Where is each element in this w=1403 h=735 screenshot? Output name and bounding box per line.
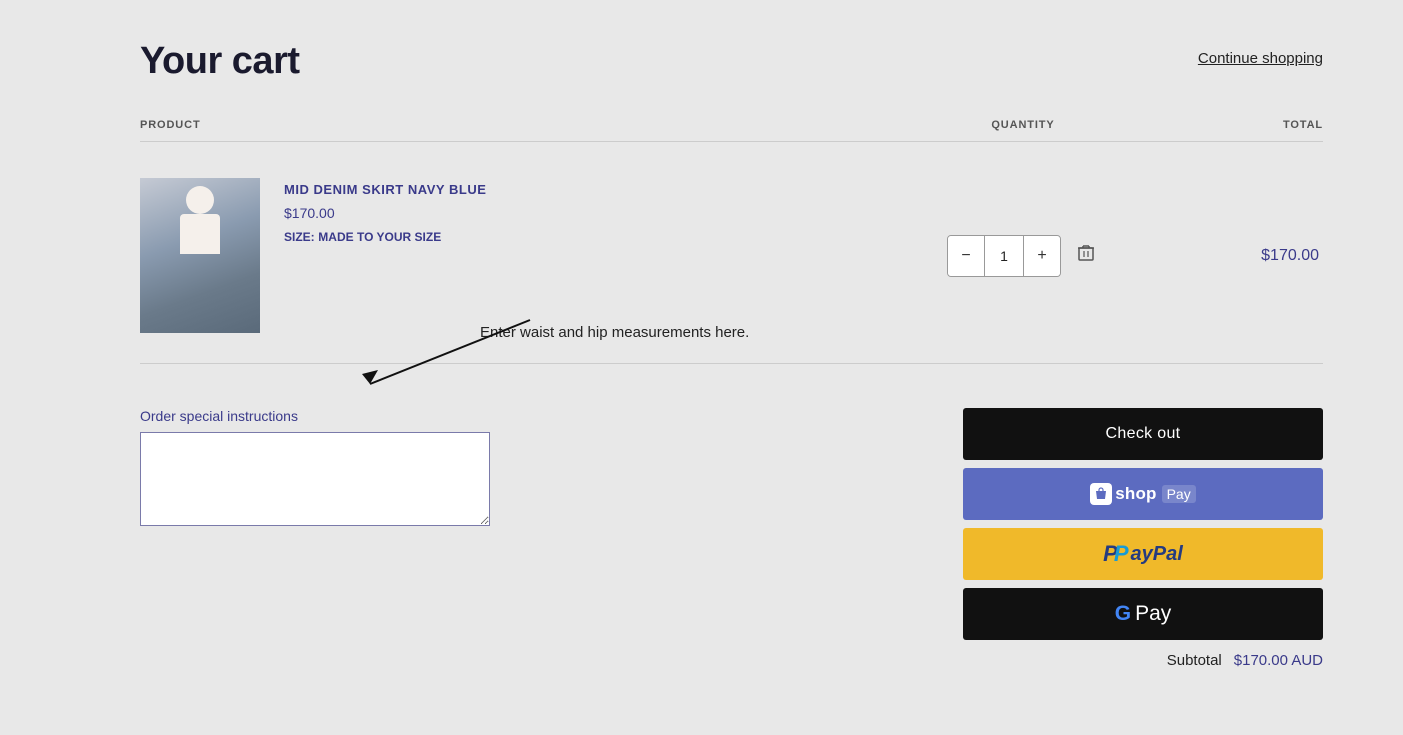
page-header: Your cart Continue shopping: [140, 40, 1323, 83]
trash-icon: [1077, 244, 1095, 262]
increase-quantity-button[interactable]: +: [1024, 236, 1060, 276]
bottom-section: Order special instructions Check out sh: [140, 388, 1323, 669]
total-column-header: TOTAL: [1123, 119, 1323, 131]
instructions-label: Order special instructions: [140, 408, 923, 424]
gpay-button[interactable]: G Pay: [963, 588, 1323, 640]
instructions-section: Order special instructions: [140, 408, 923, 531]
product-price: $170.00: [284, 205, 486, 221]
subtotal-label: Subtotal: [1167, 652, 1222, 669]
quantity-display: 1: [984, 236, 1024, 276]
size-label: Size:: [284, 230, 315, 244]
product-name: MID DENIM SKIRT NAVY BLUE: [284, 182, 486, 197]
annotation-text: Enter waist and hip measurements here.: [480, 324, 749, 341]
shoppay-bag-icon: [1090, 483, 1112, 505]
quantity-controls: − 1 +: [947, 235, 1061, 277]
g-blue: G: [1115, 602, 1131, 626]
item-total: $170.00: [1123, 247, 1323, 265]
product-info: MID DENIM SKIRT NAVY BLUE $170.00 Size: …: [140, 178, 923, 333]
shoppay-logo: shop Pay: [1090, 483, 1195, 505]
continue-shopping-link[interactable]: Continue shopping: [1198, 40, 1323, 67]
gpay-logo: G Pay: [1115, 602, 1172, 626]
product-image: [140, 178, 260, 333]
quantity-section: − 1 +: [923, 235, 1123, 277]
product-size: Size: MADE TO YOUR SIZE: [284, 229, 486, 244]
section-divider: [140, 363, 1323, 364]
delete-item-button[interactable]: [1073, 240, 1099, 271]
table-header: PRODUCT QUANTITY TOTAL: [140, 119, 1323, 142]
paypal-logo: P P ayPal: [1103, 541, 1183, 567]
size-value: MADE TO YOUR SIZE: [318, 230, 441, 244]
shoppay-button[interactable]: shop Pay: [963, 468, 1323, 520]
subtotal-row: Subtotal $170.00 AUD: [963, 652, 1323, 669]
instructions-textarea[interactable]: [140, 432, 490, 526]
gpay-text: Pay: [1135, 602, 1171, 626]
checkout-section: Check out shop Pay: [963, 408, 1323, 669]
product-column-header: PRODUCT: [140, 119, 923, 131]
checkout-button[interactable]: Check out: [963, 408, 1323, 460]
decrease-quantity-button[interactable]: −: [948, 236, 984, 276]
quantity-column-header: QUANTITY: [923, 119, 1123, 131]
paypal-button[interactable]: P P ayPal: [963, 528, 1323, 580]
subtotal-value: $170.00 AUD: [1234, 652, 1323, 669]
page-title: Your cart: [140, 40, 300, 83]
checkout-buttons: Check out shop Pay: [963, 408, 1323, 640]
product-details: MID DENIM SKIRT NAVY BLUE $170.00 Size: …: [284, 178, 486, 244]
